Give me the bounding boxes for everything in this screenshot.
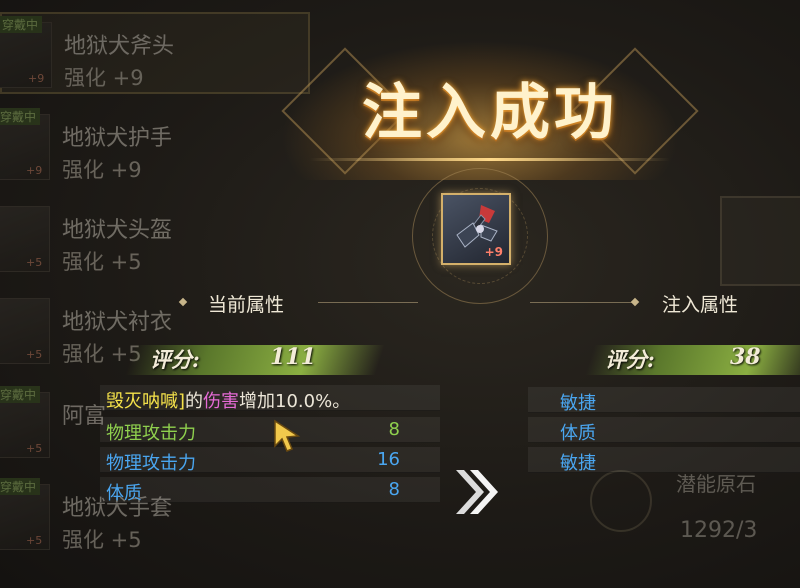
attribute-value: 8 bbox=[388, 419, 400, 440]
attribute-row: 物理攻击力 8 bbox=[100, 417, 440, 444]
bg-item-hellhound-helmet[interactable]: +5 地狱犬头盔 强化 +5 bbox=[0, 198, 310, 280]
item-plus-level: +9 bbox=[484, 245, 503, 259]
equipped-tag: 穿戴中 bbox=[0, 108, 41, 125]
bg-item-icon bbox=[0, 298, 50, 364]
bg-item-enhance: 强化 +9 bbox=[64, 66, 144, 90]
effect-tail: 增加10.0%。 bbox=[239, 391, 351, 412]
bg-potential-stone: 潜能原石 1292/3 bbox=[590, 462, 800, 572]
injection-result-screen: 穿戴中 +9 地狱犬斧头 强化 +9 穿戴中 +9 地狱犬护手 强化 +9 +5… bbox=[0, 0, 800, 588]
effect-line: 毁灭呐喊]的伤害增加10.0%。 bbox=[106, 387, 350, 413]
bg-item-name: 地狱犬头盔 bbox=[62, 218, 173, 243]
bg-item-icon bbox=[0, 206, 50, 272]
bg-item-plus: +5 bbox=[26, 534, 43, 547]
attribute-value: 8 bbox=[388, 479, 400, 500]
current-attributes-header: 当前属性 bbox=[208, 294, 285, 316]
attribute-name: 体质 bbox=[106, 483, 142, 504]
header-divider bbox=[530, 302, 634, 303]
bg-item-hellhound-axe[interactable]: 穿戴中 +9 地狱犬斧头 强化 +9 bbox=[0, 12, 310, 94]
attribute-name: 敏捷 bbox=[560, 453, 596, 474]
bg-item-name: 地狱犬斧头 bbox=[64, 34, 175, 59]
current-score-value: 111 bbox=[270, 344, 316, 370]
attribute-name: 敏捷 bbox=[560, 393, 596, 414]
attribute-value: 16 bbox=[377, 449, 400, 470]
attribute-row: 体质 8 bbox=[100, 477, 440, 504]
header-ornament-dot bbox=[630, 297, 640, 307]
equipped-tag: 穿戴中 bbox=[0, 386, 41, 403]
bg-item-plus: +9 bbox=[26, 164, 43, 177]
bg-item-name: 地狱犬衬衣 bbox=[62, 310, 173, 335]
injected-attribute-row: 敏捷 bbox=[528, 387, 800, 414]
special-effect-row: 毁灭呐喊]的伤害增加10.0%。 bbox=[100, 385, 440, 413]
bg-item-name: 地狱犬护手 bbox=[62, 126, 173, 151]
injected-attribute-row: 敏捷 bbox=[528, 447, 800, 474]
attribute-name: 物理攻击力 bbox=[106, 423, 196, 444]
injected-item-slot[interactable]: +9 bbox=[441, 193, 511, 265]
effect-connector: 的 bbox=[185, 391, 204, 412]
title-underline bbox=[310, 158, 670, 161]
attribute-row: 物理攻击力 16 bbox=[100, 447, 440, 474]
bg-stone-count: 1292/3 bbox=[680, 518, 758, 543]
injected-attributes-header: 注入属性 bbox=[662, 294, 739, 316]
bg-item-enhance: 强化 +5 bbox=[62, 250, 142, 274]
effect-keyword: 伤害 bbox=[203, 391, 240, 412]
bg-item-plus: +5 bbox=[26, 442, 43, 455]
rune-icon bbox=[590, 470, 652, 532]
bg-item-plus: +5 bbox=[26, 256, 43, 269]
injected-score-value: 38 bbox=[730, 344, 761, 370]
equipped-tag: 穿戴中 bbox=[0, 16, 43, 33]
bg-item-enhance: 强化 +9 bbox=[62, 158, 142, 182]
bg-item-plus: +5 bbox=[26, 348, 43, 361]
injected-score-label: 评分: bbox=[605, 347, 655, 372]
equipped-tag: 穿戴中 bbox=[0, 478, 41, 495]
double-chevron-right-icon[interactable] bbox=[452, 462, 502, 522]
bg-right-item-slot bbox=[720, 196, 800, 286]
attribute-name: 物理攻击力 bbox=[106, 453, 196, 474]
injected-attribute-row: 体质 bbox=[528, 417, 800, 444]
page-title: 注入成功 bbox=[362, 78, 618, 148]
mouse-cursor-icon bbox=[274, 419, 301, 452]
bg-item-plus: +9 bbox=[28, 72, 45, 85]
attribute-name: 体质 bbox=[560, 423, 596, 444]
skill-name: 毁灭呐喊] bbox=[106, 391, 186, 412]
current-score-label: 评分: bbox=[150, 347, 200, 372]
bg-item-hellhound-gauntlet[interactable]: 穿戴中 +9 地狱犬护手 强化 +9 bbox=[0, 106, 310, 188]
bg-item-enhance: 强化 +5 bbox=[62, 528, 142, 552]
header-divider bbox=[318, 302, 418, 303]
